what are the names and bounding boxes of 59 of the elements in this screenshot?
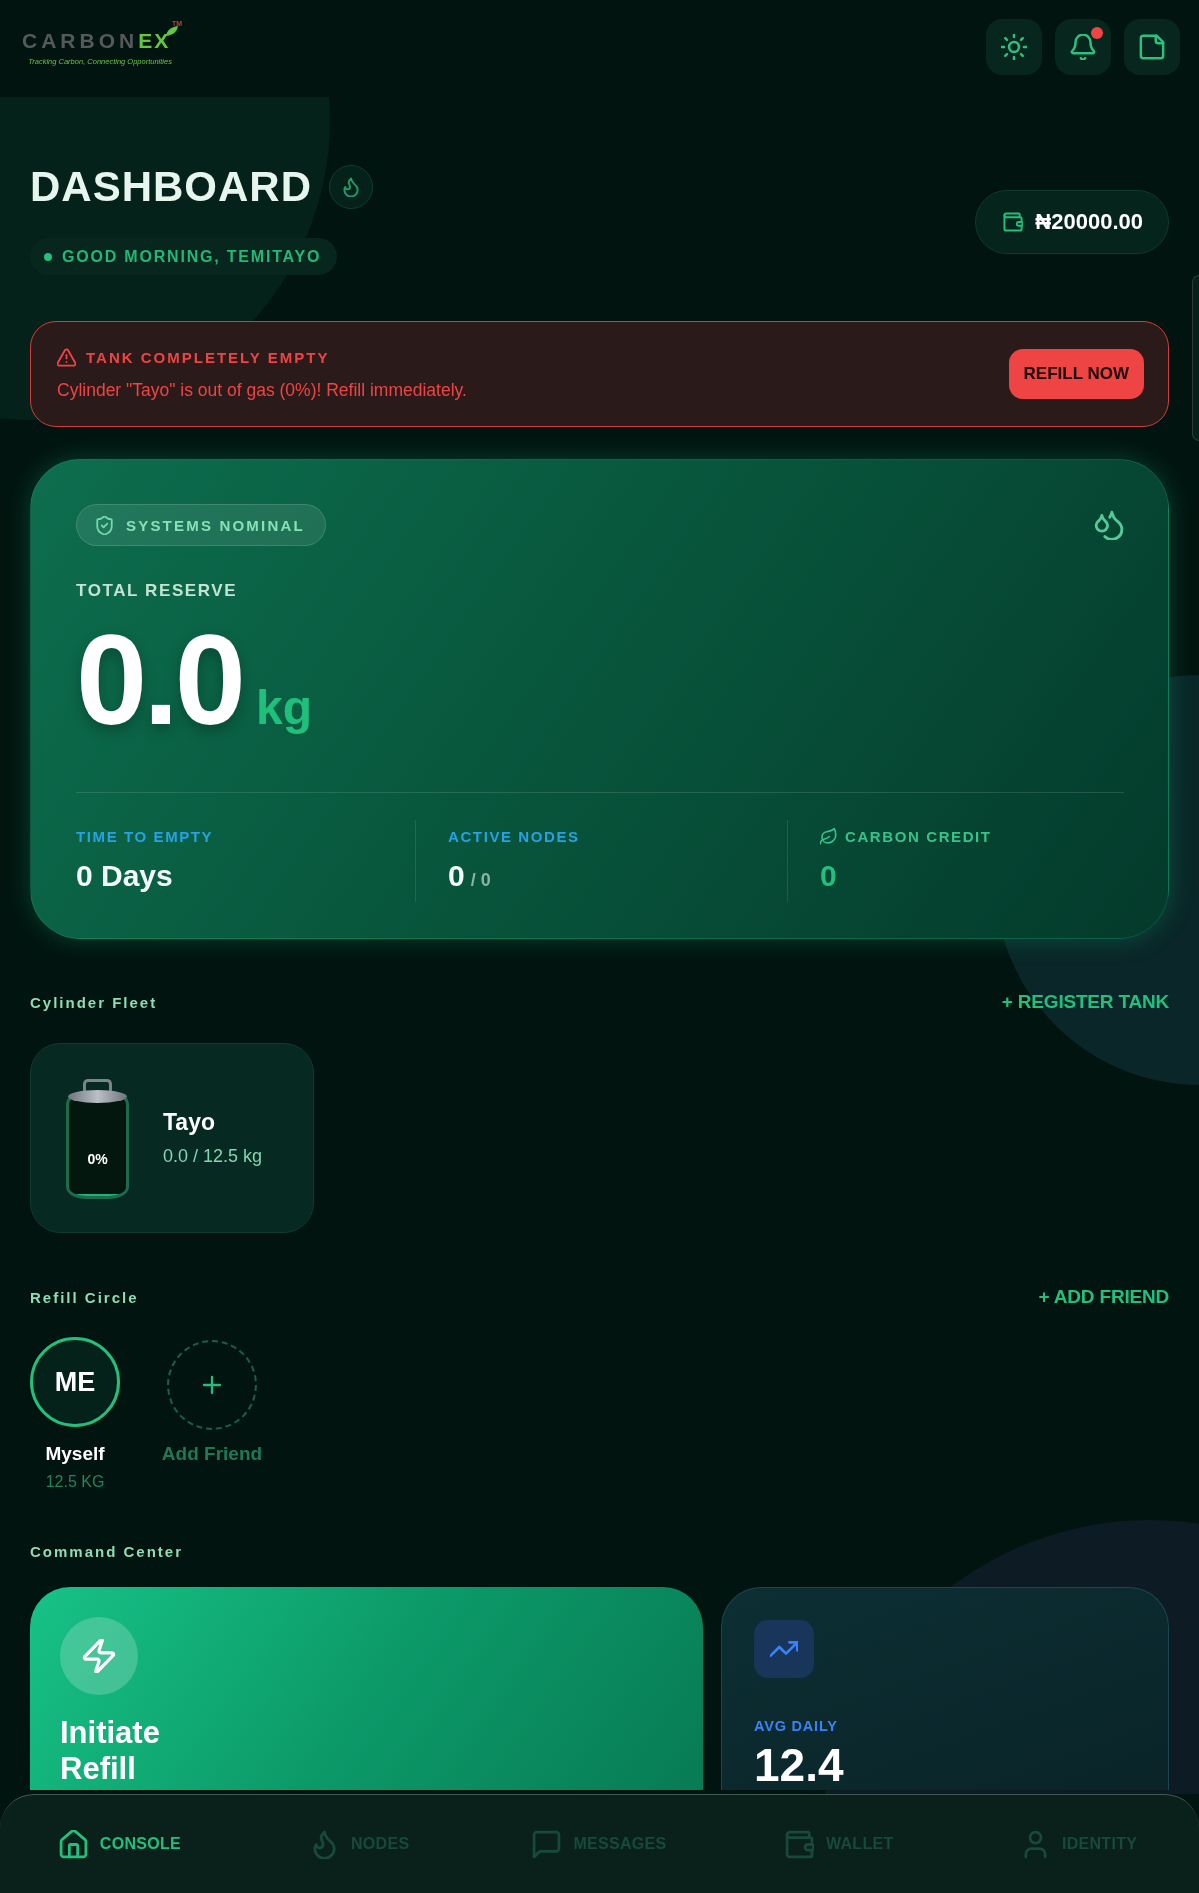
alert-message: Cylinder "Tayo" is out of gas (0%)! Refill immediately. (57, 378, 467, 401)
stat-value: 0 Days (76, 858, 173, 894)
cylinder-cap (68, 1089, 127, 1103)
greeting-text: GOOD MORNING, TEMITAYO (62, 247, 322, 266)
member-amount: 12.5 KG (45, 1472, 105, 1491)
notifications-button[interactable] (1055, 18, 1111, 75)
stat-label: ACTIVE NODES (448, 827, 580, 846)
wallet-icon (1003, 212, 1024, 232)
stat-value: 12.4 (754, 1742, 844, 1788)
section-title: Cylinder Fleet (30, 993, 158, 1011)
add-friend-link[interactable]: + ADD FRIEND (1038, 1286, 1169, 1308)
page-title: DASHBOARD (30, 162, 312, 212)
chat-bubble-icon (532, 1829, 562, 1859)
member-avatar: ME (30, 1337, 120, 1427)
initiate-refill-card[interactable]: Initiate Refill (30, 1587, 703, 1790)
leaf-icon (820, 828, 837, 845)
status-text: SYSTEMS NOMINAL (126, 516, 305, 534)
nav-tab[interactable]: CONSOLE (58, 1823, 181, 1865)
register-tank-link[interactable]: + REGISTER TANK (1001, 991, 1169, 1013)
status-dot-icon (44, 252, 52, 261)
flame-icon (310, 1829, 339, 1859)
theme-toggle-button[interactable] (986, 18, 1042, 75)
section-title: Command Center (30, 1542, 184, 1560)
flame-icon (329, 165, 373, 209)
add-friend-button[interactable] (167, 1340, 257, 1430)
home-icon (58, 1829, 88, 1859)
stat-total: / 0 (470, 869, 491, 892)
wallet-balance-button[interactable]: ₦20000.00 (975, 190, 1169, 254)
trend-up-icon (754, 1620, 814, 1678)
warning-icon (57, 348, 76, 367)
alert-title: TANK COMPLETELY EMPTY (86, 347, 330, 368)
cylinder-reading: 0.0 / 12.5 kg (163, 1146, 263, 1167)
cylinder-percent: 0% (87, 1150, 108, 1167)
droplets-icon (1094, 510, 1124, 540)
shield-check-icon (95, 515, 114, 535)
reserve-value: 0.0 (76, 616, 242, 744)
card-title: Initiate Refill (60, 1715, 160, 1787)
logo-leaf-icon (166, 26, 179, 37)
notes-button[interactable] (1124, 18, 1180, 75)
member-name: Myself (45, 1443, 105, 1465)
reserve-label: TOTAL RESERVE (76, 580, 238, 602)
add-friend-label: Add Friend (161, 1443, 263, 1465)
logo-wordmark: CARBON EX (22, 30, 171, 52)
cylinder-name: Tayo (163, 1109, 215, 1136)
plus-icon (200, 1373, 224, 1397)
cylinder-card[interactable]: 0% Tayo 0.0 / 12.5 kg (30, 1043, 314, 1233)
section-title: Refill Circle (30, 1288, 139, 1306)
bell-icon (1070, 33, 1096, 60)
stat-label: AVG DAILY (754, 1717, 838, 1736)
side-panel-handle[interactable] (1192, 275, 1199, 441)
stat-label: CARBON CREDIT (845, 827, 992, 846)
stat-value: 0 (820, 858, 837, 894)
reserve-unit: kg (255, 684, 312, 732)
sun-icon (1001, 33, 1027, 60)
stat-label: TIME TO EMPTY (76, 827, 214, 846)
stat-value: 0 (448, 858, 465, 894)
refill-now-button[interactable]: REFILL NOW (1008, 349, 1144, 399)
wallet-icon (785, 1829, 814, 1859)
note-icon (1139, 33, 1165, 60)
